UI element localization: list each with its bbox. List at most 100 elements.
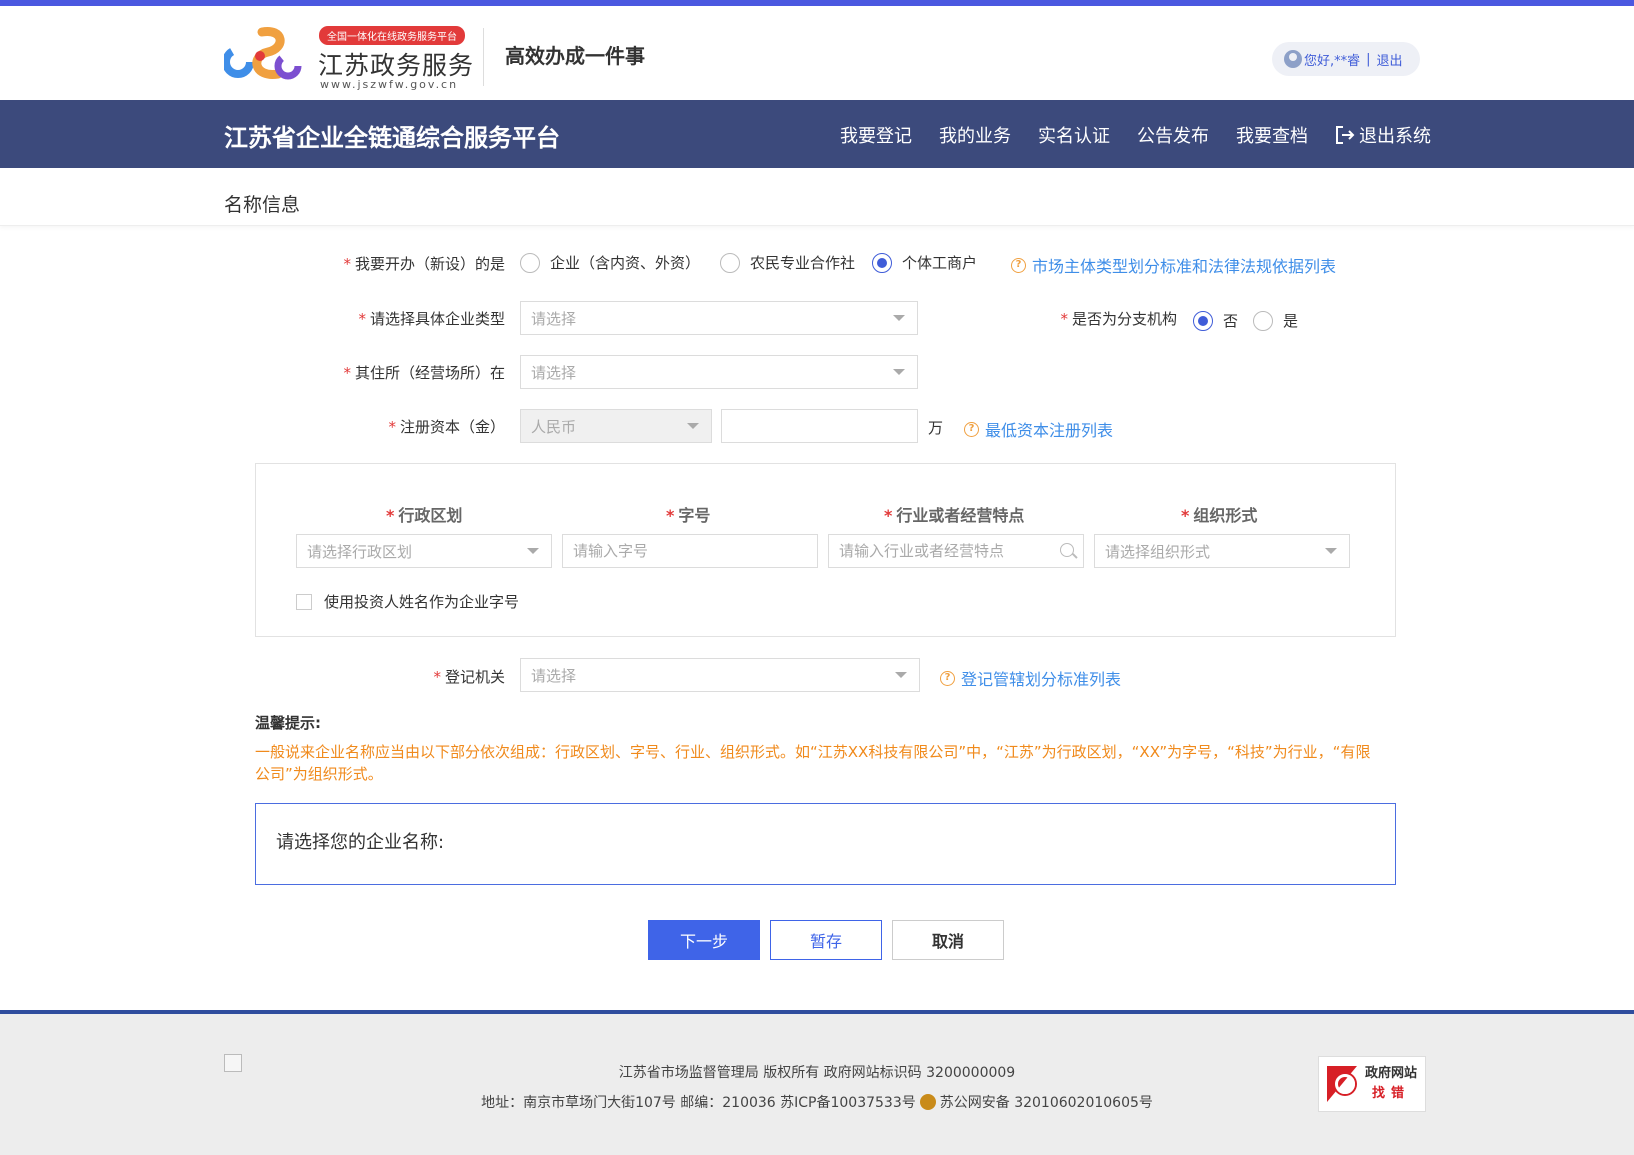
radio-dot xyxy=(1253,310,1273,331)
header-divider xyxy=(483,28,484,86)
footer-address-text: 地址：南京市草场门大街107号 邮编：210036 苏ICP备10037533号 xyxy=(481,1095,916,1111)
nav-item-exit[interactable]: 退出系统 xyxy=(1335,122,1431,148)
chevron-down-icon xyxy=(1325,548,1337,554)
help-icon: ? xyxy=(1011,257,1026,273)
entity-type-help-link[interactable]: ? 市场主体类型划分标准和法律法规依据列表 xyxy=(1011,253,1336,277)
capital-unit: 万 xyxy=(928,419,944,437)
radio-dot xyxy=(720,252,740,273)
authority-select[interactable]: 请选择 xyxy=(520,658,920,692)
industry-field xyxy=(828,534,1084,568)
radio-enterprise[interactable]: 企业（含内资、外资） xyxy=(520,252,700,273)
select-placeholder: 请选择行政区划 xyxy=(307,542,413,561)
radio-dot xyxy=(872,252,892,273)
required-mark: * xyxy=(433,668,441,686)
section-header: 名称信息 xyxy=(0,168,1634,226)
entity-type-label: * 我要开办（新设）的是 xyxy=(343,255,505,273)
choose-name-label: 请选择您的企业名称: xyxy=(276,832,445,853)
site-footer: 江苏省市场监督管理局 版权所有 政府网站标识码 3200000009 地址：南京… xyxy=(0,1010,1634,1155)
use-investor-name-checkbox[interactable]: 使用投资人姓名作为企业字号 xyxy=(296,591,519,612)
nav-menu: 我要登记 我的业务 实名认证 公告发布 我要查档 退出系统 xyxy=(840,122,1431,148)
nav-item-announcement[interactable]: 公告发布 xyxy=(1137,122,1209,148)
branch-label: * 是否为分支机构 xyxy=(1060,310,1177,328)
name-composition-panel: *行政区划 *字号 *行业或者经营特点 *组织形式 请选择行政区划 请选择组织形… xyxy=(255,463,1396,637)
min-capital-help-link[interactable]: ? 最低资本注册列表 xyxy=(964,417,1113,441)
help-icon: ? xyxy=(964,421,979,437)
site-logo[interactable]: 全国一体化在线政务服务平台 江苏政务服务 www.jszwfw.gov.cn xyxy=(224,20,484,91)
chevron-down-icon xyxy=(527,548,539,554)
tips-text: 一般说来企业名称应当由以下部分依次组成：行政区划、字号、行业、组织形式。如“江苏… xyxy=(255,743,1371,783)
required-mark: * xyxy=(388,418,396,436)
industry-column-label: * 行业或者经营特点 xyxy=(884,506,1025,525)
nav-item-archive[interactable]: 我要查档 xyxy=(1236,122,1308,148)
user-separator: | xyxy=(1366,51,1371,67)
org-form-column-label: * 组织形式 xyxy=(1181,506,1258,525)
nav-item-register[interactable]: 我要登记 xyxy=(840,122,912,148)
required-mark: * xyxy=(1060,310,1068,328)
org-form-select[interactable]: 请选择组织形式 xyxy=(1094,534,1350,568)
required-mark: * xyxy=(386,506,395,525)
logo-url: www.jszwfw.gov.cn xyxy=(320,78,459,91)
next-step-button[interactable]: 下一步 xyxy=(648,920,760,960)
exit-icon xyxy=(1336,126,1355,144)
radio-dot xyxy=(1193,310,1213,331)
main-navbar: 江苏省企业全链通综合服务平台 我要登记 我的业务 实名认证 公告发布 我要查档 … xyxy=(0,100,1634,168)
trade-name-column-label: * 字号 xyxy=(666,506,711,525)
gov-site-find-error-badge[interactable]: 政府网站 找错 xyxy=(1318,1056,1426,1112)
logo-title: 江苏政务服务 xyxy=(318,51,475,80)
find-error-text: 政府网站 找错 xyxy=(1365,1066,1418,1101)
chevron-down-icon xyxy=(687,423,699,429)
logout-link[interactable]: 退出 xyxy=(1377,50,1403,69)
site-header: 全国一体化在线政务服务平台 江苏政务服务 www.jszwfw.gov.cn 高… xyxy=(0,6,1634,100)
required-mark: * xyxy=(1181,506,1190,525)
residence-label: * 其住所（经营场所）在 xyxy=(343,364,505,382)
region-column-label: * 行政区划 xyxy=(386,506,463,525)
radio-dot xyxy=(520,252,540,273)
select-placeholder: 请选择 xyxy=(531,309,577,328)
footer-police-record[interactable]: 苏公网安备 32010602010605号 xyxy=(940,1095,1153,1111)
select-placeholder: 请选择组织形式 xyxy=(1105,542,1211,561)
required-mark: * xyxy=(358,310,366,328)
choose-company-name-panel[interactable]: 请选择您的企业名称: xyxy=(255,803,1396,885)
residence-select[interactable]: 请选择 xyxy=(520,355,918,389)
user-info: 您好,**睿 | 退出 xyxy=(1272,42,1420,76)
logo-badge: 全国一体化在线政务服务平台 xyxy=(319,26,465,45)
logo-mark-icon xyxy=(224,27,302,80)
jurisdiction-help-link[interactable]: ? 登记管辖划分标准列表 xyxy=(940,666,1121,690)
save-draft-button[interactable]: 暂存 xyxy=(770,920,882,960)
cancel-button[interactable]: 取消 xyxy=(892,920,1004,960)
nav-item-my-business[interactable]: 我的业务 xyxy=(939,122,1011,148)
company-type-select[interactable]: 请选择 xyxy=(520,301,918,335)
user-greeting[interactable]: 您好,**睿 xyxy=(1304,50,1360,69)
help-icon: ? xyxy=(940,670,955,686)
region-select[interactable]: 请选择行政区划 xyxy=(296,534,552,568)
platform-title: 江苏省企业全链通综合服务平台 xyxy=(224,124,560,152)
currency-value: 人民币 xyxy=(531,417,577,436)
chevron-down-icon xyxy=(893,315,905,321)
tips-title: 温馨提示: xyxy=(255,714,321,732)
police-badge-icon xyxy=(919,1094,936,1110)
currency-select[interactable]: 人民币 xyxy=(520,409,712,443)
nav-item-real-name[interactable]: 实名认证 xyxy=(1038,122,1110,148)
checkbox-box xyxy=(296,593,312,610)
industry-input[interactable] xyxy=(828,534,1084,568)
radio-branch-yes[interactable]: 是 xyxy=(1253,310,1298,331)
search-icon[interactable] xyxy=(1060,543,1074,557)
required-mark: * xyxy=(884,506,893,525)
capital-label: * 注册资本（金） xyxy=(388,418,505,436)
required-mark: * xyxy=(343,255,351,273)
trade-name-input[interactable] xyxy=(562,534,818,568)
radio-branch-no[interactable]: 否 xyxy=(1193,310,1238,331)
required-mark: * xyxy=(343,364,351,382)
company-type-label: * 请选择具体企业类型 xyxy=(358,310,505,328)
find-error-icon xyxy=(1325,1064,1359,1104)
radio-cooperative[interactable]: 农民专业合作社 xyxy=(720,252,855,273)
select-placeholder: 请选择 xyxy=(531,666,577,685)
authority-label: * 登记机关 xyxy=(433,668,505,686)
chevron-down-icon xyxy=(893,369,905,375)
nav-item-exit-label: 退出系统 xyxy=(1359,126,1431,147)
chevron-down-icon xyxy=(895,672,907,678)
radio-individual[interactable]: 个体工商户 xyxy=(872,252,977,273)
select-placeholder: 请选择 xyxy=(531,363,577,382)
header-slogan: 高效办成一件事 xyxy=(505,44,645,68)
capital-amount-input[interactable] xyxy=(721,409,918,443)
